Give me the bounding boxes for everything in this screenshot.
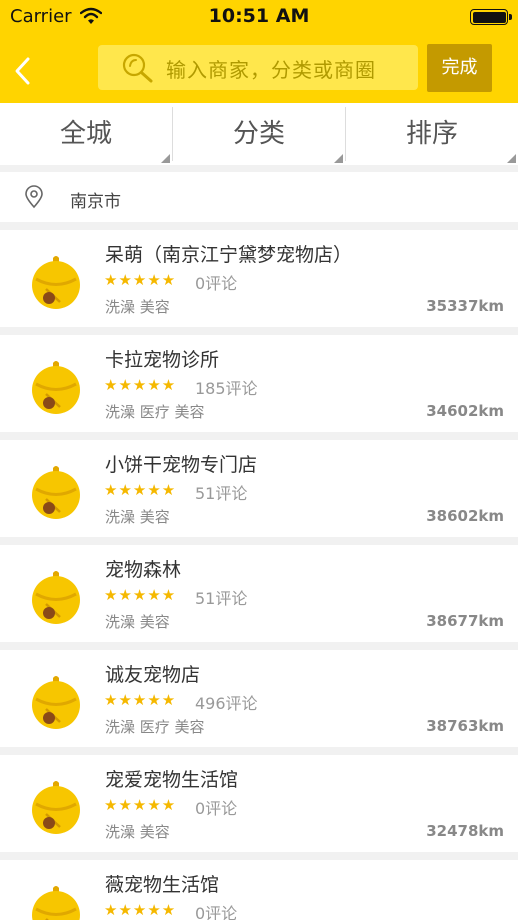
review-count: 0评论 xyxy=(195,904,238,920)
service-tags: 洗澡 美容 xyxy=(105,823,170,841)
shop-list-item[interactable]: 宠物森林 ★★★★★ 51评论 洗澡 美容 38677km xyxy=(0,545,518,642)
rating-stars: ★★★★★ xyxy=(104,376,177,394)
filter-tab-label: 排序 xyxy=(405,119,458,149)
filter-tab-category[interactable]: 分类 xyxy=(173,103,345,165)
review-count: 0评论 xyxy=(195,274,238,293)
filter-tab-label: 分类 xyxy=(232,119,285,149)
bell-icon xyxy=(30,359,82,415)
bell-icon xyxy=(30,464,82,520)
search-input[interactable]: 输入商家，分类或商圈 xyxy=(98,45,418,90)
bell-icon xyxy=(30,254,82,310)
distance: 35337km xyxy=(426,297,504,315)
rating-stars: ★★★★★ xyxy=(104,691,177,709)
filter-bar: 全城 分类 排序 xyxy=(0,103,518,165)
distance: 32478km xyxy=(426,822,504,840)
shop-list-item[interactable]: 呆萌（南京江宁黛梦宠物店） ★★★★★ 0评论 洗澡 美容 35337km xyxy=(0,230,518,327)
rating-stars: ★★★★★ xyxy=(104,586,177,604)
review-count: 185评论 xyxy=(195,379,258,398)
distance: 38763km xyxy=(426,717,504,735)
shop-name: 呆萌（南京江宁黛梦宠物店） xyxy=(105,244,353,266)
shop-list-item[interactable]: 诚友宠物店 ★★★★★ 496评论 洗澡 医疗 美容 38763km xyxy=(0,650,518,747)
review-count: 496评论 xyxy=(195,694,258,713)
search-icon xyxy=(122,53,154,87)
shop-name: 宠爱宠物生活馆 xyxy=(105,769,239,791)
service-tags: 洗澡 美容 xyxy=(105,508,170,526)
clock: 10:51 AM xyxy=(208,5,310,27)
back-button[interactable] xyxy=(12,56,36,86)
location-pin-icon xyxy=(24,185,44,213)
bell-icon xyxy=(30,779,82,835)
done-button[interactable]: 完成 xyxy=(427,44,492,92)
shop-name: 薇宠物生活馆 xyxy=(105,874,220,896)
battery-icon xyxy=(470,9,508,25)
distance: 38677km xyxy=(426,612,504,630)
service-tags: 洗澡 医疗 美容 xyxy=(105,718,205,736)
shop-name: 小饼干宠物专门店 xyxy=(105,454,258,476)
service-tags: 洗澡 美容 xyxy=(105,298,170,316)
shop-list-item[interactable]: 小饼干宠物专门店 ★★★★★ 51评论 洗澡 美容 38602km xyxy=(0,440,518,537)
shop-name: 宠物森林 xyxy=(105,559,182,581)
filter-tab-city[interactable]: 全城 xyxy=(0,103,172,165)
dropdown-corner-icon xyxy=(334,154,343,163)
shop-list-item[interactable]: 宠爱宠物生活馆 ★★★★★ 0评论 洗澡 美容 32478km xyxy=(0,755,518,852)
status-bar: Carrier 10:51 AM xyxy=(0,0,518,34)
chevron-left-icon xyxy=(15,57,30,85)
bell-icon xyxy=(30,674,82,730)
rating-stars: ★★★★★ xyxy=(104,901,177,919)
rating-stars: ★★★★★ xyxy=(104,796,177,814)
distance: 38602km xyxy=(426,507,504,525)
service-tags: 洗澡 医疗 美容 xyxy=(105,403,205,421)
location-bar[interactable]: 南京市 xyxy=(0,172,518,222)
filter-tab-label: 全城 xyxy=(59,119,112,149)
distance: 34602km xyxy=(426,402,504,420)
dropdown-corner-icon xyxy=(507,154,516,163)
dropdown-corner-icon xyxy=(161,154,170,163)
shop-list-item[interactable]: 卡拉宠物诊所 ★★★★★ 185评论 洗澡 医疗 美容 34602km xyxy=(0,335,518,432)
nav-header: Carrier 10:51 AM 输入商家，分类或商圈 完成 xyxy=(0,0,518,103)
review-count: 51评论 xyxy=(195,484,248,503)
battery-tip xyxy=(509,14,512,20)
service-tags: 洗澡 美容 xyxy=(105,613,170,631)
rating-stars: ★★★★★ xyxy=(104,271,177,289)
review-count: 0评论 xyxy=(195,799,238,818)
shop-name: 卡拉宠物诊所 xyxy=(105,349,220,371)
bell-icon xyxy=(30,884,82,920)
filter-tab-sort[interactable]: 排序 xyxy=(346,103,518,165)
current-city: 南京市 xyxy=(70,192,121,212)
shop-list-item[interactable]: 薇宠物生活馆 ★★★★★ 0评论 xyxy=(0,860,518,920)
search-placeholder: 输入商家，分类或商圈 xyxy=(166,58,376,82)
rating-stars: ★★★★★ xyxy=(104,481,177,499)
shop-name: 诚友宠物店 xyxy=(105,664,201,686)
bell-icon xyxy=(30,569,82,625)
review-count: 51评论 xyxy=(195,589,248,608)
